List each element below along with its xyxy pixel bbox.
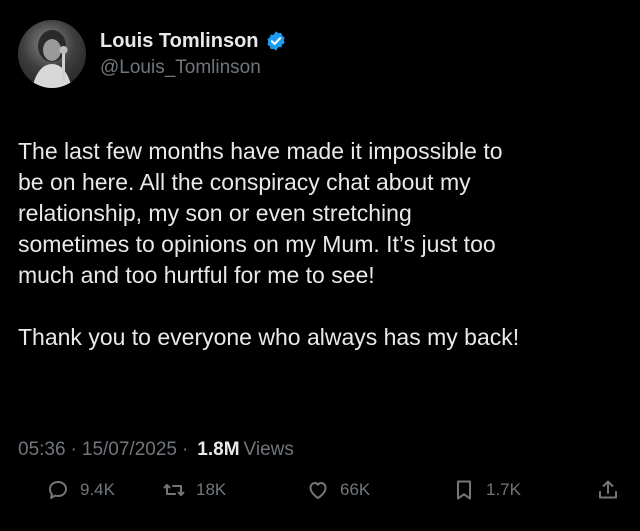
bookmark-icon xyxy=(457,480,471,500)
tweet-time[interactable]: 05:36 xyxy=(18,439,66,461)
views-label: Views xyxy=(243,439,294,460)
user-handle[interactable]: @Louis_Tomlinson xyxy=(100,57,287,79)
reply-icon xyxy=(49,481,67,499)
like-icon xyxy=(309,482,327,499)
repost-count: 18K xyxy=(196,480,227,499)
display-name[interactable]: Louis Tomlinson xyxy=(100,30,259,53)
tweet-text: The last few months have made it impossi… xyxy=(18,138,520,350)
action-bar: 9.4K 18K 66K 1.7K xyxy=(0,478,640,518)
tweet-date[interactable]: 15/07/2025 xyxy=(82,439,177,461)
repost-button[interactable]: 18K xyxy=(162,478,226,502)
tweet-meta: 05:36 · 15/07/2025 · 1.8M Views xyxy=(18,439,294,461)
share-button[interactable] xyxy=(596,478,620,502)
bookmark-button[interactable]: 1.7K xyxy=(452,478,521,502)
meta-separator: · xyxy=(181,439,189,460)
tweet-header: Louis Tomlinson @Louis_Tomlinson xyxy=(18,20,287,88)
avatar[interactable] xyxy=(18,20,86,88)
avatar-photo xyxy=(32,30,72,88)
reply-button[interactable]: 9.4K xyxy=(46,478,115,502)
verified-badge-icon xyxy=(266,31,285,51)
reply-count: 9.4K xyxy=(80,480,115,499)
bookmark-count: 1.7K xyxy=(486,480,521,499)
views-count: 1.8M xyxy=(197,439,240,460)
like-count: 66K xyxy=(340,480,371,499)
repost-icon xyxy=(163,484,185,496)
meta-separator: · xyxy=(70,439,77,460)
share-icon xyxy=(599,480,617,499)
like-button[interactable]: 66K xyxy=(306,478,370,502)
